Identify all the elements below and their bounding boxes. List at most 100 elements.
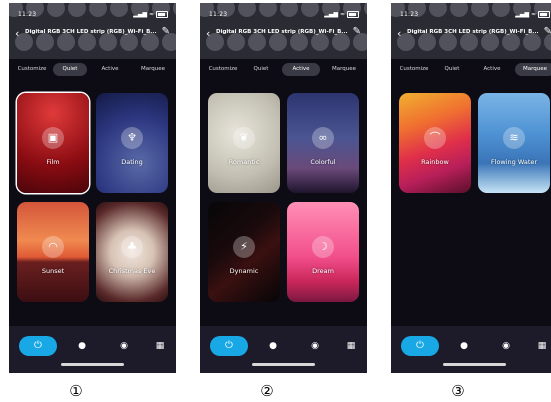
pattern-dot [238,3,256,17]
status-icons: ▂▄▆ ≈ [515,11,550,18]
scene-card-label: Sunset [41,267,65,275]
pattern-dot [418,33,436,51]
tab-quiet[interactable]: Quiet [53,63,87,76]
pattern-dot [481,33,499,51]
scene-card-flowing-water[interactable]: ≋ Flowing Water [478,93,550,193]
header-bar: 11:23 ▂▄▆ ≈ ‹ Digital RGB 3CH LED strip (RG… [391,3,551,59]
back-button[interactable]: ‹ [15,27,19,40]
power-icon[interactable]: ⏻ [19,336,57,356]
phone-screen: 11:23 ▂▄▆ ≈ ‹ Digital RGB 3CH LED strip (RG… [200,3,367,373]
pattern-dot [173,3,176,17]
header-bar: 11:23 ▂▄▆ ≈ ‹ Digital RGB 3CH LED strip (RG… [200,3,367,59]
pattern-dot [78,33,96,51]
scene-card-christmas-eve[interactable]: ♣ Christmas Eve [96,202,168,302]
lightning-icon: ⚡ [233,236,255,258]
header-bar: 11:23 ▂▄▆ ≈ ‹ Digital RGB 3CH LED strip (RG… [9,3,176,59]
scene-card-label: Flowing Water [490,158,538,166]
edit-icon[interactable]: ✎ [353,26,361,37]
tab-customize[interactable]: Customize [204,63,242,76]
mode-tabs: Customize Quiet Active Marquee [9,63,176,77]
scene-card-label: Dream [312,267,334,275]
tab-marquee[interactable]: Marquee [324,63,364,76]
phone-screen: 11:23 ▂▄▆ ≈ ‹ Digital RGB 3CH LED strip (RG… [391,3,551,373]
pattern-dot [120,33,138,51]
back-button[interactable]: ‹ [397,27,401,40]
status-icons: ▂▄▆ ≈ [324,11,359,18]
mode-tabs: Customize Quiet Active Marquee [200,63,367,77]
battery-icon [156,11,168,18]
film-icon: ▣ [42,127,64,149]
scene-card-label: Dynamic [229,267,259,275]
pattern-dot [68,3,86,17]
scene-card-film[interactable]: ▣ Film [17,93,89,193]
tab-customize[interactable]: Customize [13,63,51,76]
tab-marquee[interactable]: Marquee [133,63,173,76]
palette-icon[interactable]: ◉ [495,338,517,354]
tab-quiet[interactable]: Quiet [435,63,469,76]
status-time: 11:23 [400,11,419,18]
pattern-dot [364,3,367,17]
rainbow-icon: ⌒ [424,127,446,149]
tab-marquee[interactable]: Marquee [515,63,551,76]
pattern-dot [471,3,489,17]
screen-caption: ① [69,382,83,400]
palette-icon[interactable]: ◉ [113,338,135,354]
power-icon[interactable]: ⏻ [401,336,439,356]
tab-active[interactable]: Active [282,63,320,76]
mode-tabs: Customize Quiet Active Marquee [391,63,551,77]
scene-card-colorful[interactable]: ∞ Colorful [287,93,359,193]
pattern-dot [141,33,159,51]
bulb-icon[interactable]: ● [71,338,93,354]
grid-icon[interactable]: ▦ [149,338,171,354]
grid-icon[interactable]: ▦ [531,338,551,354]
tab-quiet[interactable]: Quiet [244,63,278,76]
pattern-dot [460,33,478,51]
scene-card-label: Rainbow [421,158,449,166]
pattern-dot [269,33,287,51]
tab-active[interactable]: Active [91,63,129,76]
sunset-icon: ◠ [42,236,64,258]
bulb-icon[interactable]: ● [262,338,284,354]
christmas-tree-icon: ♣ [121,236,143,258]
scene-card-dating[interactable]: ♆ Dating [96,93,168,193]
pattern-dot [36,33,54,51]
scene-card-label: Dating [121,158,143,166]
edit-icon[interactable]: ✎ [544,26,551,37]
grid-icon[interactable]: ▦ [340,338,362,354]
scene-card-dynamic[interactable]: ⚡ Dynamic [208,202,280,302]
scene-card-dream[interactable]: ☽ Dream [287,202,359,302]
water-waves-icon: ≋ [503,127,525,149]
back-button[interactable]: ‹ [206,27,210,40]
device-title: Digital RGB 3CH LED strip (RGB)_Wi-Fi_B.… [407,29,539,35]
device-title: Digital RGB 3CH LED strip (RGB)_Wi-Fi_B.… [25,29,157,35]
edit-icon[interactable]: ✎ [162,26,170,37]
scene-card-romantic[interactable]: ❦ Romantic [208,93,280,193]
wine-glasses-icon: ♆ [121,127,143,149]
pattern-dot [280,3,298,17]
scene-card-label: Colorful [310,158,336,166]
tab-active[interactable]: Active [473,63,511,76]
palette-icon[interactable]: ◉ [304,338,326,354]
pattern-dot [502,33,520,51]
bulb-icon[interactable]: ● [453,338,475,354]
screen-caption: ③ [451,382,465,400]
balloons-icon: ∞ [312,127,334,149]
home-indicator [61,363,124,366]
tab-customize[interactable]: Customize [395,63,433,76]
home-indicator [443,363,506,366]
status-time: 11:23 [209,11,228,18]
pattern-dot [248,33,266,51]
scene-card-rainbow[interactable]: ⌒ Rainbow [399,93,471,193]
pattern-dot [332,33,350,51]
home-indicator [252,363,315,366]
scene-card-sunset[interactable]: ◠ Sunset [17,202,89,302]
pattern-dot [227,33,245,51]
battery-icon [538,11,550,18]
pattern-dot [492,3,510,17]
moon-icon: ☽ [312,236,334,258]
status-icons: ▂▄▆ ≈ [133,11,168,18]
device-title: Digital RGB 3CH LED strip (RGB)_Wi-Fi_B.… [216,29,348,35]
power-icon[interactable]: ⏻ [210,336,248,356]
pattern-dot [450,3,468,17]
pattern-dot [47,3,65,17]
